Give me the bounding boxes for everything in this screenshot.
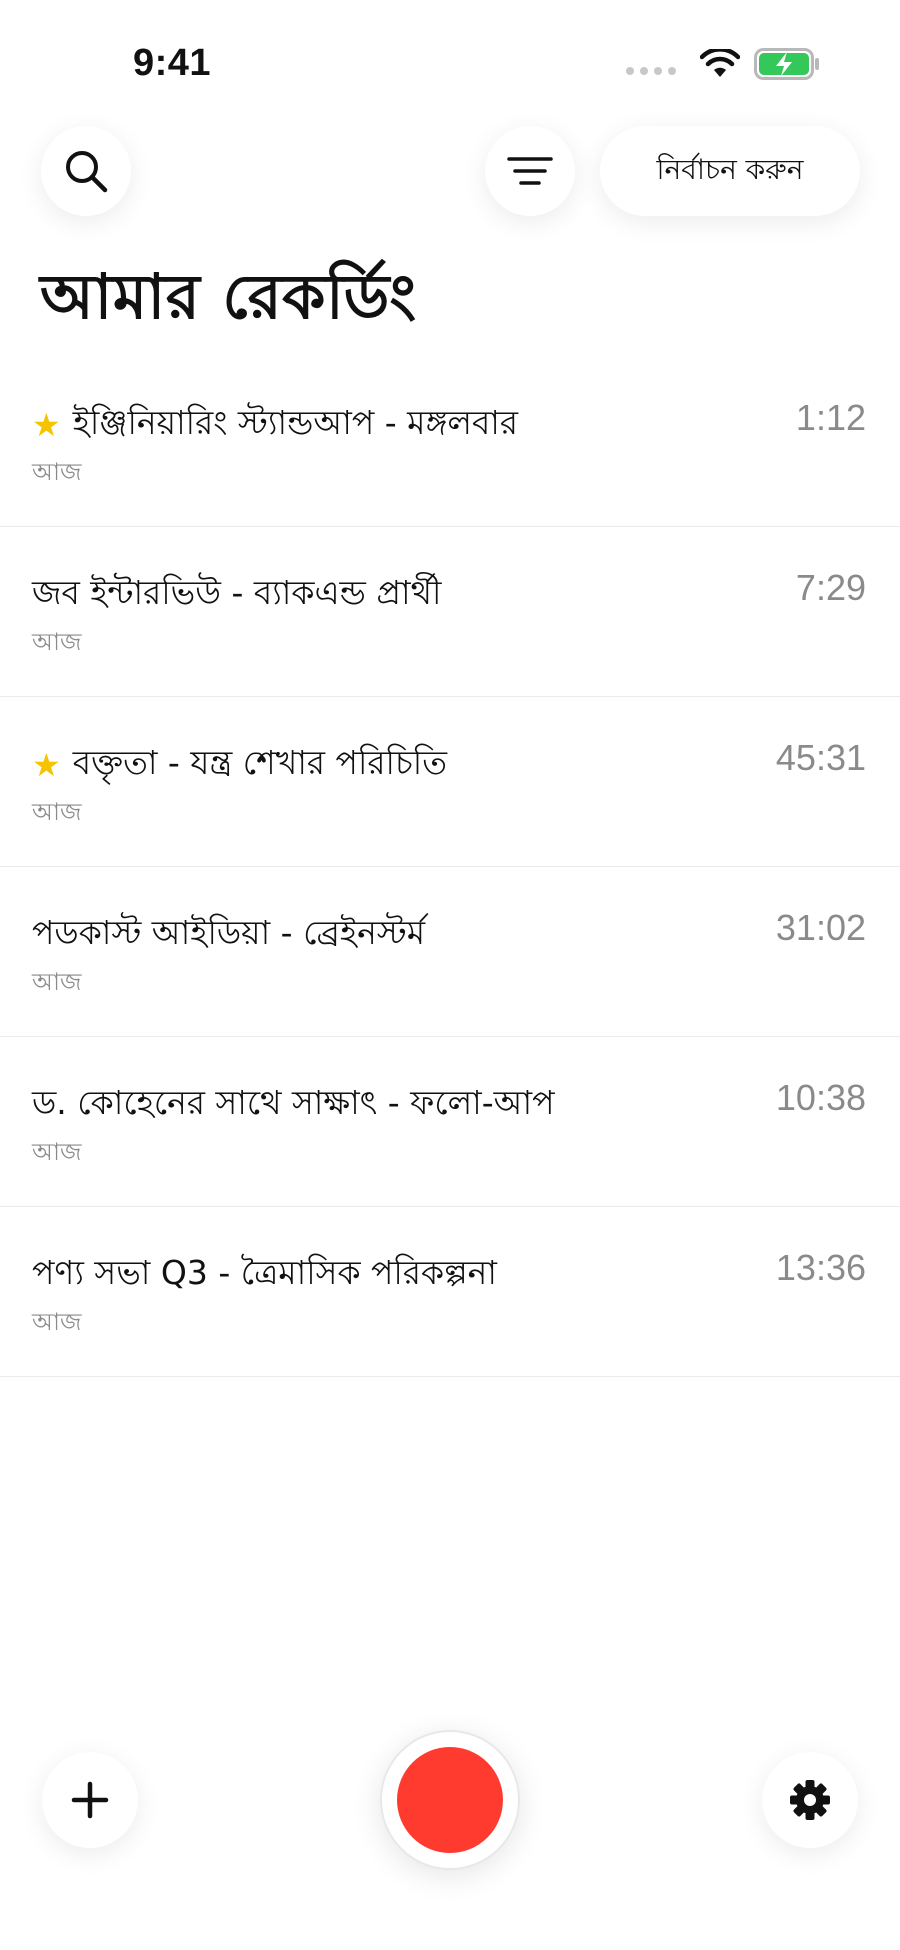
wifi-icon <box>700 49 740 77</box>
plus-icon <box>71 1781 109 1819</box>
recording-row[interactable]: পণ্য সভা Q3 - ত্রৈমাসিক পরিকল্পনা আজ 13:… <box>0 1207 900 1377</box>
filter-button[interactable] <box>485 126 575 216</box>
recording-title-wrap: ★ ইঞ্জিনিয়ারিং স্ট্যান্ডআপ - মঙ্গলবার <box>32 397 518 453</box>
recording-title-wrap: পণ্য সভা Q3 - ত্রৈমাসিক পরিকল্পনা <box>32 1247 497 1303</box>
status-indicators <box>626 48 820 80</box>
recording-title: পণ্য সভা Q3 - ত্রৈমাসিক পরিকল্পনা <box>32 1253 497 1292</box>
gear-icon <box>790 1780 830 1820</box>
recording-row[interactable]: পডকাস্ট আইডিয়া - ব্রেইনস্টর্ম আজ 31:02 <box>0 867 900 1037</box>
recording-date: আজ <box>32 1138 82 1166</box>
status-bar: 9:41 <box>0 0 900 130</box>
page-title: আমার রেকর্ডিং <box>40 260 417 333</box>
recording-duration: 1:12 <box>795 397 866 438</box>
recording-duration: 13:36 <box>775 1247 866 1288</box>
star-icon: ★ <box>32 746 61 784</box>
recording-title: বক্তৃতা - যন্ত্র শেখার পরিচিতি <box>72 743 447 782</box>
status-time: 9:41 <box>133 42 212 84</box>
recording-duration: 7:29 <box>795 567 866 608</box>
recording-title-wrap: জব ইন্টারভিউ - ব্যাকএন্ড প্রার্থী <box>32 567 441 623</box>
cellular-signal-icon <box>626 67 676 75</box>
record-icon <box>397 1747 503 1853</box>
recording-duration: 45:31 <box>775 737 866 778</box>
filter-icon <box>507 157 553 185</box>
recording-title: ড. কোহেনের সাথে সাক্ষাৎ - ফলো-আপ <box>32 1083 555 1122</box>
recording-row[interactable]: ড. কোহেনের সাথে সাক্ষাৎ - ফলো-আপ আজ 10:3… <box>0 1037 900 1207</box>
recording-title-wrap: পডকাস্ট আইডিয়া - ব্রেইনস্টর্ম <box>32 907 425 963</box>
recording-title: জব ইন্টারভিউ - ব্যাকএন্ড প্রার্থী <box>32 573 442 612</box>
recording-duration: 31:02 <box>775 907 866 948</box>
recording-title: ইঞ্জিনিয়ারিং স্ট্যান্ডআপ - মঙ্গলবার <box>72 403 519 442</box>
recording-row[interactable]: ★ ইঞ্জিনিয়ারিং স্ট্যান্ডআপ - মঙ্গলবার আ… <box>0 357 900 527</box>
settings-button[interactable] <box>762 1752 858 1848</box>
search-icon <box>66 151 108 193</box>
recording-date: আজ <box>32 628 82 656</box>
search-button[interactable] <box>41 126 131 216</box>
add-button[interactable] <box>42 1752 138 1848</box>
select-button[interactable]: নির্বাচন করুন <box>600 126 860 216</box>
recording-date: আজ <box>32 458 82 486</box>
recording-title-wrap: ★ বক্তৃতা - যন্ত্র শেখার পরিচিতি <box>32 737 447 793</box>
recording-title: পডকাস্ট আইডিয়া - ব্রেইনস্টর্ম <box>32 913 426 952</box>
battery-charging-icon <box>754 48 819 80</box>
recording-row[interactable]: জব ইন্টারভিউ - ব্যাকএন্ড প্রার্থী আজ 7:2… <box>0 527 900 697</box>
record-button[interactable] <box>380 1730 520 1870</box>
recording-row[interactable]: ★ বক্তৃতা - যন্ত্র শেখার পরিচিতি আজ 45:3… <box>0 697 900 867</box>
recording-date: আজ <box>32 1308 82 1336</box>
recording-title-wrap: ড. কোহেনের সাথে সাক্ষাৎ - ফলো-আপ <box>32 1077 555 1133</box>
recording-duration: 10:38 <box>775 1077 866 1118</box>
recording-date: আজ <box>32 798 82 826</box>
recordings-list: ★ ইঞ্জিনিয়ারিং স্ট্যান্ডআপ - মঙ্গলবার আ… <box>0 357 900 1377</box>
star-icon: ★ <box>32 406 61 444</box>
recording-date: আজ <box>32 968 82 996</box>
app-screen: 9:41 নির্বাচন করুন আমার রেকর্ডিং ★ ইঞ্জি… <box>0 0 900 1950</box>
